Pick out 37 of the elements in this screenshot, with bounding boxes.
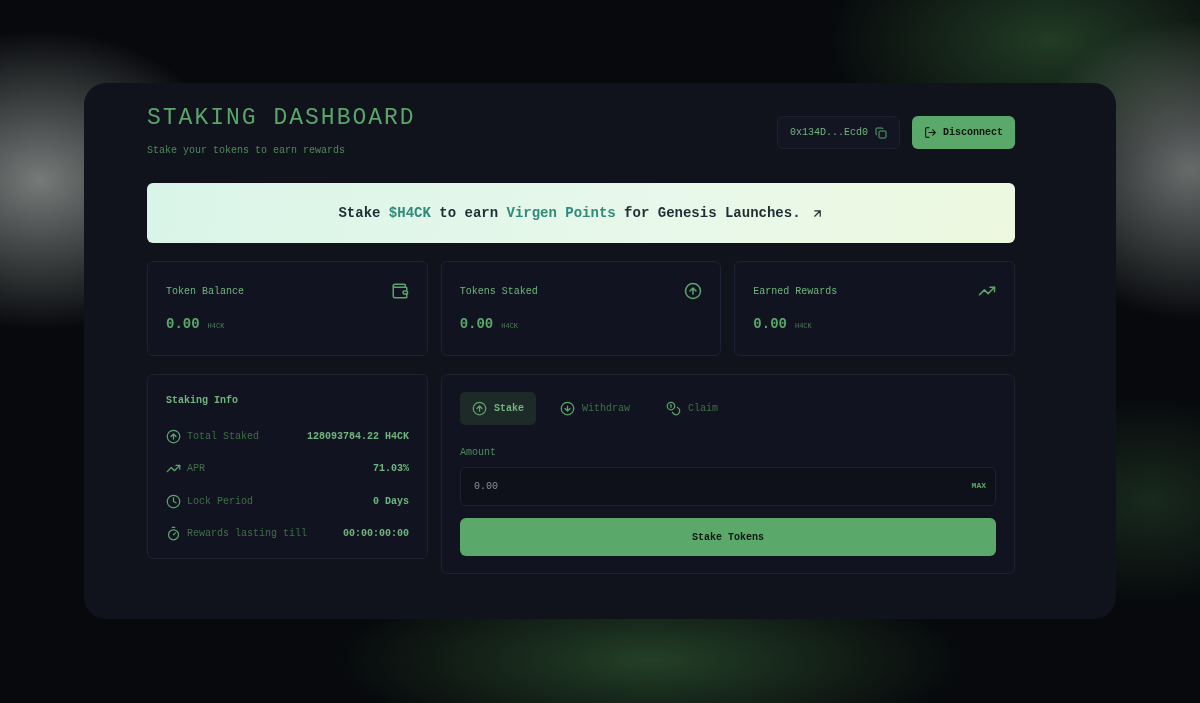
amount-label: Amount xyxy=(460,447,497,458)
arrow-up-circle-icon xyxy=(472,401,487,416)
wallet-address-button[interactable]: 0x134D...Ecd0 xyxy=(776,116,900,149)
arrow-up-circle-icon xyxy=(684,282,703,300)
info-label: APR xyxy=(187,463,205,475)
disconnect-button[interactable]: Disconnect xyxy=(912,116,1015,149)
clock-icon xyxy=(166,493,181,509)
info-value: 0 Days xyxy=(373,495,409,507)
info-value: 00:00:00:00 xyxy=(343,528,409,540)
panel-title: Staking Info xyxy=(166,395,239,406)
stat-value: 0.00 xyxy=(753,316,787,332)
page-subtitle: Stake your tokens to earn rewards xyxy=(147,145,347,156)
logout-icon xyxy=(924,126,937,139)
promo-banner[interactable]: Stake $H4CK to earn Virgen Points for Genesis Launches. xyxy=(147,183,1015,243)
stopwatch-icon xyxy=(166,526,181,542)
promo-text: Stake $H4CK to earn Virgen Points for Genesis Launches. xyxy=(338,205,801,221)
arrow-down-circle-icon xyxy=(560,401,575,416)
page-title: STAKING DASHBOARD xyxy=(147,105,416,131)
tab[interactable]: Withdraw xyxy=(548,392,643,425)
info-label: Total Staked xyxy=(187,430,259,442)
stat-value: 0.00 xyxy=(459,316,494,332)
info-label: Rewards lasting till xyxy=(187,528,308,540)
tab[interactable]: Stake xyxy=(460,392,536,425)
tab[interactable]: Claim xyxy=(654,392,731,425)
arrow-up-circle-icon xyxy=(166,428,181,444)
stat-label: Token Balance xyxy=(166,285,244,297)
stat-label: Earned Rewards xyxy=(753,285,838,297)
info-value: 71.03% xyxy=(373,463,409,475)
info-value: 128093784.22 H4CK xyxy=(306,430,409,442)
coins-icon xyxy=(666,401,682,416)
copy-icon xyxy=(875,126,887,139)
stat-label: Tokens Staked xyxy=(459,285,538,297)
max-button[interactable]: MAX xyxy=(971,481,986,491)
wallet-icon xyxy=(390,282,409,300)
stake-tokens-button[interactable]: Stake Tokens xyxy=(460,518,996,556)
stat-value: 0.00 xyxy=(166,316,200,332)
info-label: Lock Period xyxy=(187,495,253,507)
